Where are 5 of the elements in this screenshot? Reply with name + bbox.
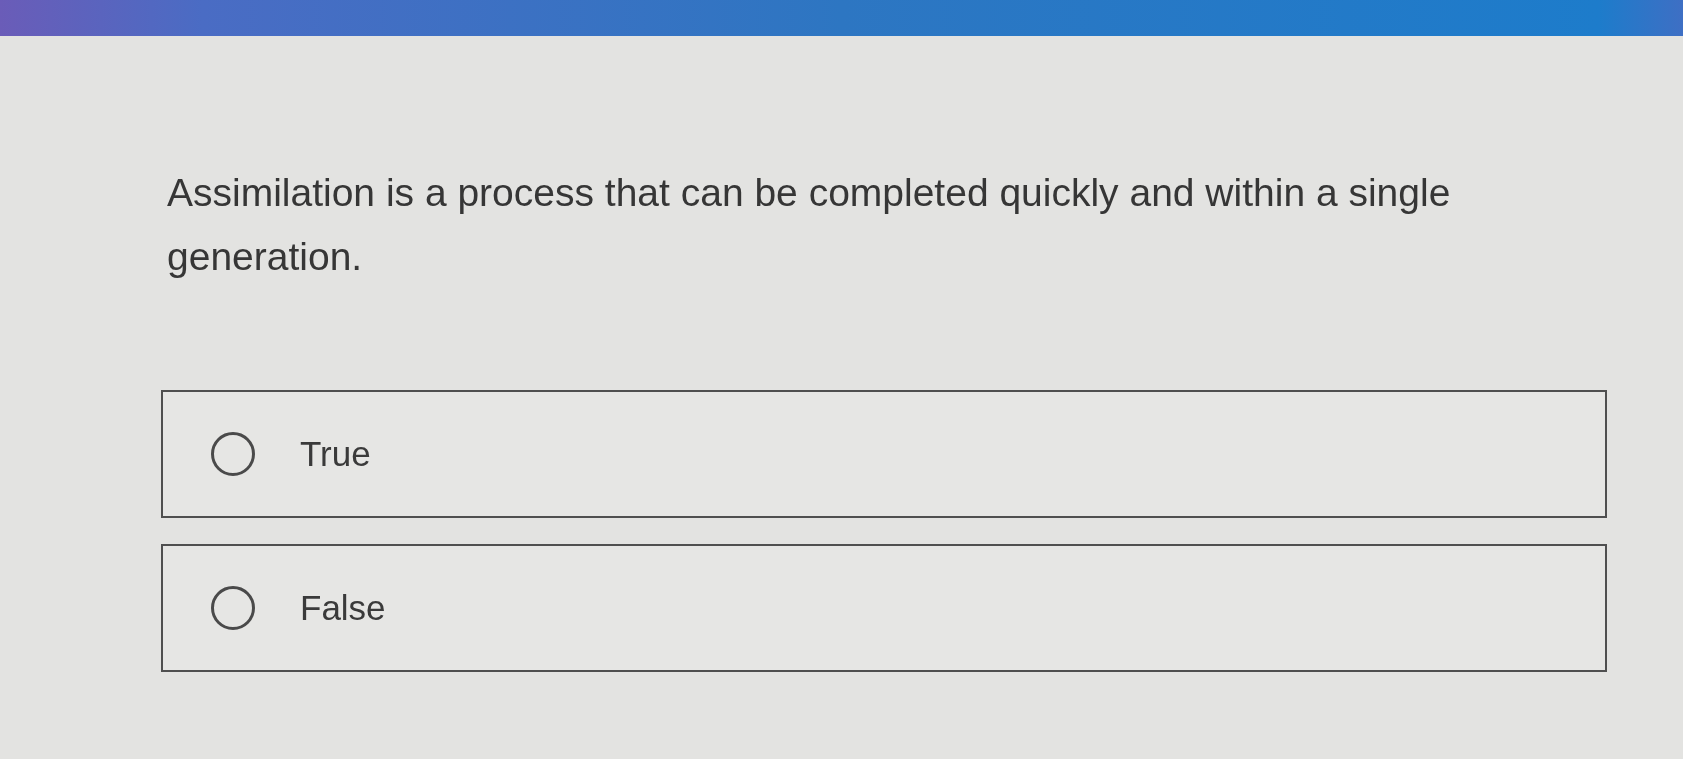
- answer-option[interactable]: True: [161, 390, 1607, 518]
- question-text: Assimilation is a process that can be completed quickly and within a single generation.: [166, 170, 1452, 280]
- answer-option[interactable]: False: [161, 544, 1607, 672]
- radio-icon[interactable]: [211, 586, 255, 630]
- radio-icon[interactable]: [211, 432, 255, 476]
